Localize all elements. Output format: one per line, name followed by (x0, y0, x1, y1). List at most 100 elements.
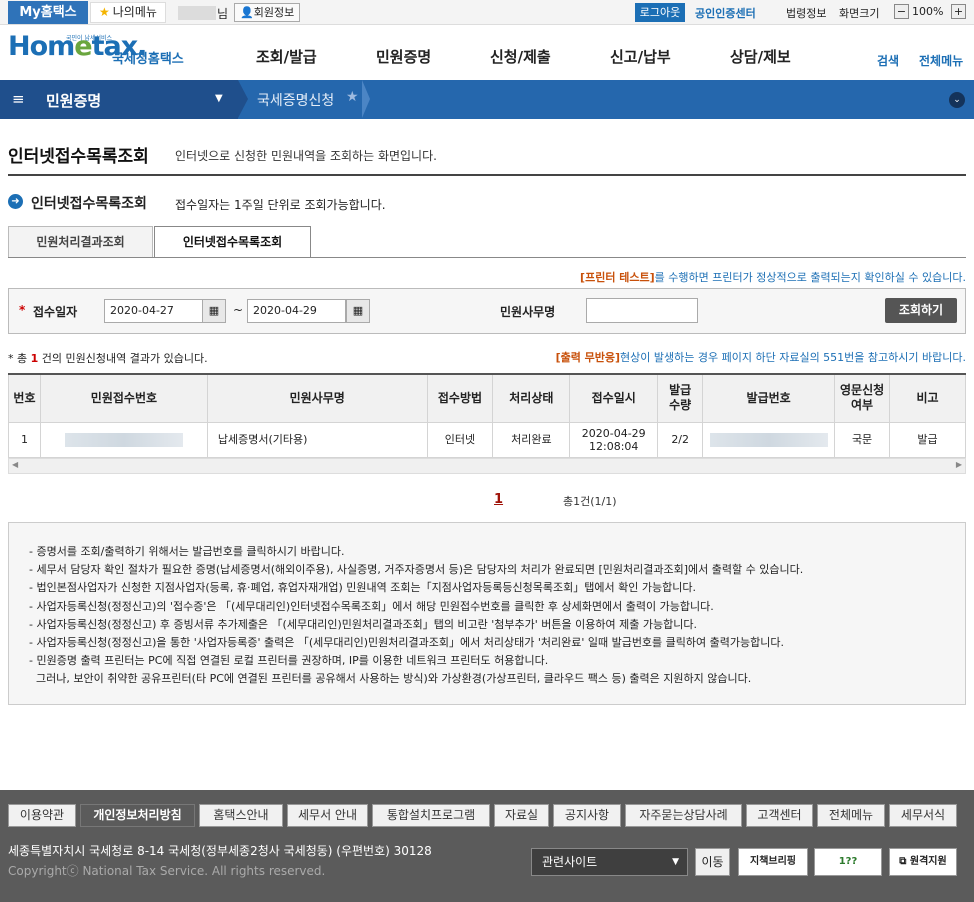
all-menu-link[interactable]: 전체메뉴 (919, 52, 963, 69)
title-divider (8, 174, 966, 176)
zoom-value: 100% (912, 5, 944, 18)
gnb-consult[interactable]: 상담/제보 (730, 46, 791, 67)
related-sites-select[interactable]: 관련사이트 ▼ (531, 848, 688, 876)
cert-center-link[interactable]: 공인인증센터 (695, 5, 756, 21)
remote-icon: ⧉ (899, 856, 907, 867)
notice-item: - 증명서를 조회/출력하기 위해서는 발급번호를 클릭하시기 바랍니다. (29, 545, 345, 558)
col-header: 접수방법 (426, 373, 494, 423)
section-description: 접수일자는 1주일 단위로 조회가능합니다. (175, 198, 386, 212)
search-form: * 접수일자 2020-04-27 ▦ ~ 2020-04-29 ▦ 민원사무명… (8, 288, 966, 334)
footer-customer-center[interactable]: 고객센터 (746, 804, 813, 827)
office-name-input[interactable] (586, 298, 698, 323)
cell-quantity: 2/2 (657, 421, 704, 458)
logout-button[interactable]: 로그아웃 (635, 3, 685, 22)
my-menu-label: 나의메뉴 (112, 5, 157, 19)
cell-note: 발급 (889, 421, 966, 458)
col-header: 발급번호 (702, 373, 836, 423)
footer-terms[interactable]: 이용약관 (8, 804, 76, 827)
gnb-filing[interactable]: 신고/납부 (610, 46, 671, 67)
total-prefix: * 총 (8, 352, 31, 365)
cell-method: 인터넷 (426, 421, 494, 458)
footer-tax-forms[interactable]: 세무서식 (889, 804, 957, 827)
calendar-icon[interactable]: ▦ (346, 299, 370, 323)
top-utility-bar: My홈택스 ★ 나의메뉴 님 👤회원정보 로그아웃 공인인증센터 법령정보 화면크… (0, 0, 974, 25)
receipt-time: 12:08:04 (589, 439, 639, 453)
gnb-application[interactable]: 신청/제출 (490, 46, 551, 67)
search-link[interactable]: 검색 (877, 52, 899, 69)
footer-address: 세종특별자치시 국세청로 8-14 국세청(정부세종2청사 국세청동) (우편번… (8, 844, 432, 858)
favorite-star-icon[interactable]: ★ (346, 89, 359, 105)
footer-resources[interactable]: 자료실 (494, 804, 549, 827)
page-number-current[interactable]: 1 (494, 492, 503, 507)
user-name-blurred (178, 6, 216, 20)
tax-counsel-badge[interactable]: 1?? (814, 848, 882, 876)
notice-item: - 민원증명 출력 프린터는 PC에 직접 연결된 로컬 프린터를 권장하며, … (29, 654, 549, 668)
notice-item: - 세무서 담당자 확인 절차가 필요한 증명(납세증명서(해외이주용), 사실… (29, 563, 804, 577)
footer-hometax-guide[interactable]: 홈택스안내 (199, 804, 283, 827)
scroll-left-icon[interactable]: ◀ (12, 460, 18, 469)
my-hometax-tab[interactable]: My홈택스 (8, 1, 88, 24)
notice-item: - 사업자등록신청(정정신고) 후 증빙서류 추가제출은 「(세무대리인)민원처… (29, 617, 697, 631)
arrow-circle-icon: ➜ (8, 194, 23, 209)
law-info-link[interactable]: 법령정보 (786, 5, 826, 21)
search-button[interactable]: 조회하기 (885, 298, 957, 323)
nav-section-label: 민원증명 (46, 92, 102, 110)
chevron-down-icon: ▼ (672, 857, 679, 867)
tab-internet-receipt[interactable]: 인터넷접수목록조회 (154, 226, 311, 258)
cell-issue-number[interactable] (702, 421, 836, 458)
section-title: 인터넷접수목록조회 (31, 196, 147, 212)
table-row[interactable]: 1 납세증명서(기타용) 인터넷 처리완료 2020-04-29 12:08:04… (8, 421, 966, 458)
col-header: 영문신청 여부 (834, 373, 891, 423)
output-error-notice: [출력 무반응]현상이 발생하는 경우 페이지 하단 자료실의 551번을 참고… (556, 349, 966, 365)
footer-notice[interactable]: 공지사항 (553, 804, 621, 827)
related-sites-label: 관련사이트 (542, 855, 598, 869)
member-info-button[interactable]: 👤회원정보 (234, 3, 301, 22)
gnb-inquiry[interactable]: 조회/발급 (256, 46, 317, 67)
policy-briefing-badge[interactable]: 지책브리핑 (738, 848, 808, 876)
tab-result-inquiry[interactable]: 민원처리결과조회 (8, 226, 153, 258)
footer-privacy[interactable]: 개인정보처리방침 (80, 804, 195, 827)
receipt-number-blurred (64, 432, 183, 447)
horizontal-scrollbar[interactable]: ◀ ▶ (8, 458, 966, 474)
issue-number-blurred (709, 432, 828, 447)
footer-all-menu[interactable]: 전체메뉴 (817, 804, 885, 827)
logo-korean: 국세청홈택스 (112, 52, 184, 67)
remote-support-button[interactable]: ⧉ 원격지원 (889, 848, 957, 876)
notice-item: - 법인본점사업자가 신청한 지점사업자(등록, 휴·폐업, 휴업자재개업) 민… (29, 581, 696, 595)
scroll-right-icon[interactable]: ▶ (956, 460, 962, 469)
to-date-input[interactable]: 2020-04-29 (247, 299, 346, 323)
page-title: 인터넷접수목록조회 (8, 147, 149, 167)
star-icon: ★ (99, 5, 110, 19)
nav-separator (238, 80, 248, 118)
from-date-input[interactable]: 2020-04-27 (104, 299, 203, 323)
footer-faq[interactable]: 자주묻는상담사례 (625, 804, 742, 827)
output-error-link[interactable]: [출력 무반응] (556, 351, 620, 364)
cell-status: 처리완료 (492, 421, 571, 458)
notice-item: - 사업자등록신청(정정신고)을 통한 '사업자등록증' 출력은 「(세무대리인… (29, 636, 784, 650)
col-header: 민원사무명 (206, 373, 428, 423)
notice-item: 그러나, 보안이 취약한 공유프린터(타 PC에 연결된 프린터를 공유해서 사… (29, 672, 752, 686)
receipt-date: 2020-04-29 (581, 426, 646, 440)
pagination-info: 총1건(1/1) (563, 495, 617, 508)
cell-receipt-number[interactable] (39, 421, 208, 458)
chevron-down-icon[interactable]: ⌄ (949, 92, 965, 108)
nav-section-dropdown[interactable]: ≡ 민원증명 ▼ (0, 80, 238, 119)
gnb-certificate[interactable]: 민원증명 (376, 46, 431, 67)
calendar-icon[interactable]: ▦ (202, 299, 226, 323)
zoom-in-button[interactable]: + (951, 4, 966, 19)
page-description: 인터넷으로 신청한 민원내역을 조회하는 화면입니다. (175, 149, 437, 163)
zoom-out-button[interactable]: − (894, 4, 909, 19)
output-error-text: 현상이 발생하는 경우 페이지 하단 자료실의 551번을 참고하시기 바랍니다… (620, 351, 966, 364)
dropdown-arrow-icon: ▼ (215, 93, 223, 104)
printer-test-notice: [프린터 테스트]를 수행하면 프린터가 정상적으로 출력되는지 확인하실 수 … (580, 269, 966, 285)
hometax-logo[interactable]: Hometax. 국민이 납세서비스 국세청홈택스 (8, 31, 184, 67)
move-button[interactable]: 이동 (695, 848, 730, 876)
footer-office-guide[interactable]: 세무서 안내 (287, 804, 368, 827)
date-range-tilde: ~ (233, 303, 244, 317)
footer-install-program[interactable]: 통합설치프로그램 (372, 804, 490, 827)
breadcrumb-nav: ≡ 민원증명 ▼ 국세증명신청 ★ ⌄ (0, 80, 974, 119)
printer-test-link[interactable]: [프린터 테스트] (580, 271, 655, 284)
my-menu-button[interactable]: ★ 나의메뉴 (90, 2, 166, 23)
nav-current-page[interactable]: 국세증명신청 (257, 90, 334, 110)
col-header: 민원접수번호 (39, 373, 208, 423)
